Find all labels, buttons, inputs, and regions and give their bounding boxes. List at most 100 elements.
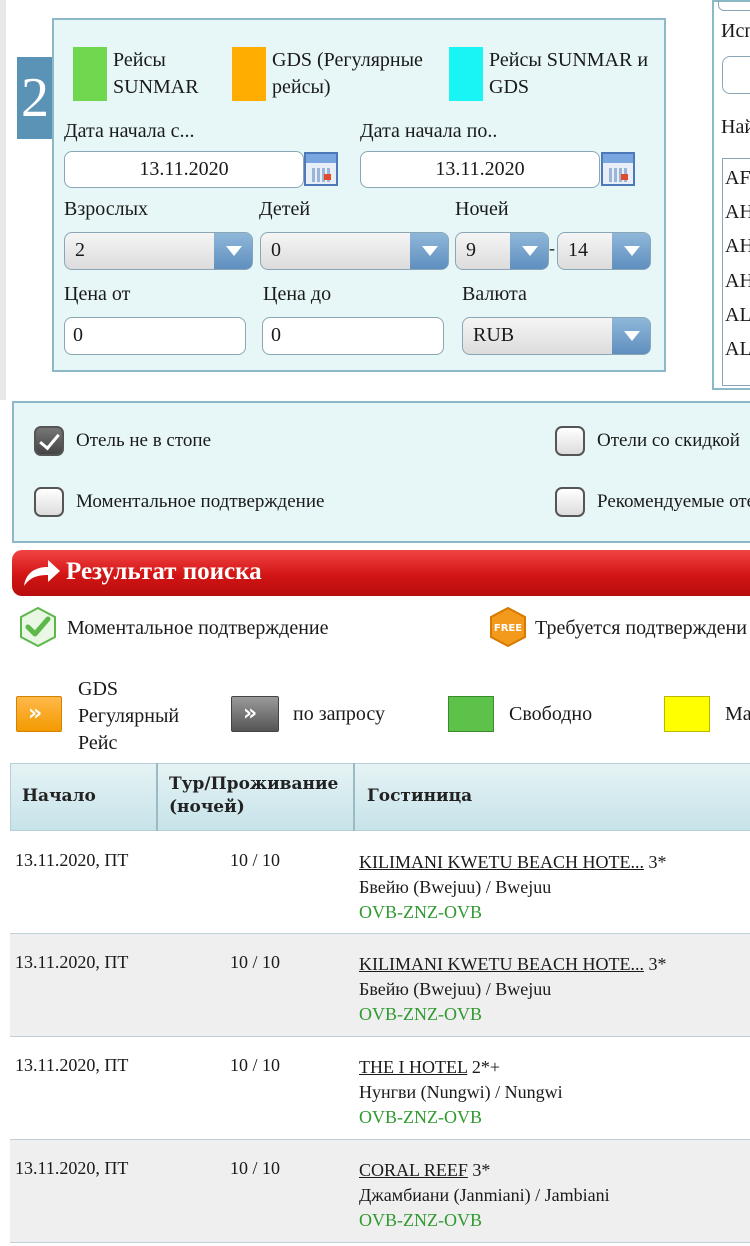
- nights-from-select[interactable]: 9: [455, 232, 549, 270]
- few-left-legend: Ма: [725, 703, 750, 725]
- children-value: 0: [271, 239, 281, 261]
- list-item[interactable]: AF: [723, 159, 750, 193]
- row-nights: 10 / 10: [230, 850, 281, 870]
- available-swatch: [448, 696, 494, 732]
- right-panel-input[interactable]: [722, 56, 750, 94]
- gds-legend-line: GDS: [78, 678, 119, 700]
- column-header-hotel[interactable]: Гостиница: [367, 786, 472, 806]
- on-request-legend: по запросу: [293, 703, 386, 725]
- few-left-swatch: [664, 696, 710, 732]
- adults-value: 2: [75, 239, 85, 261]
- hotel-link[interactable]: KILIMANI KWETU BEACH HOTE...: [359, 852, 644, 872]
- chevron-down-icon[interactable]: [612, 233, 650, 269]
- calendar-icon[interactable]: [304, 152, 338, 186]
- right-panel-list[interactable]: AF AH AH AH AL AL: [722, 158, 750, 386]
- free-badge-text: FREE: [494, 623, 522, 634]
- not-in-stop-checkbox[interactable]: [34, 426, 64, 456]
- legend-label-sunmar-gds: Рейсы SUNMAR и GDS: [489, 49, 649, 98]
- hotel-link[interactable]: THE I HOTEL: [359, 1057, 467, 1077]
- nights-dash: -: [549, 238, 555, 258]
- hotel-link[interactable]: KILIMANI KWETU BEACH HOTE...: [359, 954, 644, 974]
- nights-to-select[interactable]: 14: [557, 232, 651, 270]
- flight-route: OVB-ZNZ-OVB: [359, 1210, 482, 1230]
- gds-legend-line: Рейс: [78, 732, 118, 754]
- row-date: 13.11.2020, ПТ: [15, 952, 129, 972]
- row-hotel: THE I HOTEL 2*+ Нунгви (Nungwi) / Nungwi…: [359, 1055, 563, 1130]
- row-nights: 10 / 10: [230, 952, 281, 972]
- recommended-label[interactable]: Рекомендуемые оте: [597, 491, 750, 513]
- list-item[interactable]: AH: [723, 227, 750, 261]
- price-to-label: Цена до: [263, 283, 332, 305]
- chevron-down-icon[interactable]: [510, 233, 548, 269]
- row-hotel: CORAL REEF 3* Джамбиани (Janmiani) / Jam…: [359, 1158, 610, 1233]
- nights-label: Ночей: [455, 198, 509, 220]
- not-in-stop-label[interactable]: Отель не в стопе: [76, 430, 211, 452]
- free-badge-icon: FREE: [490, 607, 526, 647]
- hotel-stars: 2*+: [467, 1057, 500, 1077]
- available-legend: Свободно: [509, 703, 593, 725]
- gds-flight-icon: »: [16, 696, 62, 732]
- column-header-tour[interactable]: Тур/Проживание (ночей): [169, 773, 338, 819]
- discount-checkbox[interactable]: [555, 426, 585, 456]
- double-chevron-icon: »: [28, 701, 43, 726]
- request-confirm-legend: Требуется подтверждени: [535, 617, 747, 639]
- hotel-link[interactable]: CORAL REEF: [359, 1160, 468, 1180]
- hotel-location: Бвейю (Bwejuu) / Bwejuu: [359, 877, 552, 897]
- chevron-down-icon[interactable]: [612, 318, 650, 354]
- date-to-label: Дата начала по..: [360, 120, 498, 142]
- currency-label: Валюта: [462, 283, 527, 305]
- right-panel-label-1: Исп: [721, 20, 750, 42]
- column-header-start[interactable]: Начало: [22, 786, 96, 806]
- left-edge: [0, 0, 6, 400]
- check-badge-icon: [20, 607, 56, 647]
- legend-label-sunmar: Рейсы SUNMAR: [113, 49, 199, 98]
- arrow-icon: [24, 560, 60, 586]
- instant-confirm-label[interactable]: Моментальное подтверждение: [76, 491, 324, 513]
- column-divider: [156, 763, 158, 831]
- instant-confirm-checkbox[interactable]: [34, 487, 64, 517]
- legend-label-gds: GDS (Регулярные рейсы): [272, 49, 423, 98]
- flight-route: OVB-ZNZ-OVB: [359, 1004, 482, 1024]
- children-select[interactable]: 0: [260, 232, 449, 270]
- price-to-input[interactable]: 0: [262, 317, 444, 355]
- hotel-location: Нунгви (Nungwi) / Nungwi: [359, 1082, 563, 1102]
- instant-confirm-legend: Моментальное подтверждение: [67, 617, 329, 639]
- date-from-input[interactable]: 13.11.2020: [64, 151, 304, 188]
- legend-swatch-sunmar-gds: [449, 47, 483, 101]
- on-request-icon: »: [231, 696, 279, 732]
- date-from-label: Дата начала с...: [64, 120, 195, 142]
- row-date: 13.11.2020, ПТ: [15, 1055, 129, 1075]
- row-date: 13.11.2020, ПТ: [15, 1158, 129, 1178]
- list-item[interactable]: AL: [723, 330, 750, 364]
- legend-swatch-gds: [232, 47, 266, 101]
- list-item[interactable]: AH: [723, 262, 750, 296]
- nights-from-value: 9: [466, 239, 476, 261]
- step-number: 2: [17, 57, 53, 139]
- price-from-label: Цена от: [64, 283, 131, 305]
- column-divider: [353, 763, 355, 831]
- row-hotel: KILIMANI KWETU BEACH HOTE... 3* Бвейю (B…: [359, 850, 666, 925]
- row-hotel: KILIMANI KWETU BEACH HOTE... 3* Бвейю (B…: [359, 952, 666, 1027]
- row-nights: 10 / 10: [230, 1158, 281, 1178]
- currency-select[interactable]: RUB: [462, 317, 651, 355]
- calendar-icon[interactable]: [601, 152, 635, 186]
- chevron-down-icon[interactable]: [410, 233, 448, 269]
- children-label: Детей: [259, 198, 311, 220]
- filter-panel: [12, 401, 750, 543]
- currency-value: RUB: [473, 324, 515, 346]
- chevron-down-icon[interactable]: [214, 233, 252, 269]
- right-panel-button[interactable]: [718, 0, 750, 11]
- list-item[interactable]: AL: [723, 296, 750, 330]
- double-chevron-icon: »: [243, 701, 258, 726]
- recommended-checkbox[interactable]: [555, 487, 585, 517]
- adults-label: Взрослых: [64, 198, 149, 220]
- date-to-input[interactable]: 13.11.2020: [360, 151, 600, 188]
- row-date: 13.11.2020, ПТ: [15, 850, 129, 870]
- discount-label[interactable]: Отели со скидкой: [597, 430, 740, 452]
- hotel-location: Джамбиани (Janmiani) / Jambiani: [359, 1185, 610, 1205]
- adults-select[interactable]: 2: [64, 232, 253, 270]
- gds-legend-line: Регулярный: [78, 705, 180, 727]
- list-item[interactable]: AH: [723, 193, 750, 227]
- right-panel-label-2: Най: [721, 116, 750, 138]
- price-from-input[interactable]: 0: [64, 317, 246, 355]
